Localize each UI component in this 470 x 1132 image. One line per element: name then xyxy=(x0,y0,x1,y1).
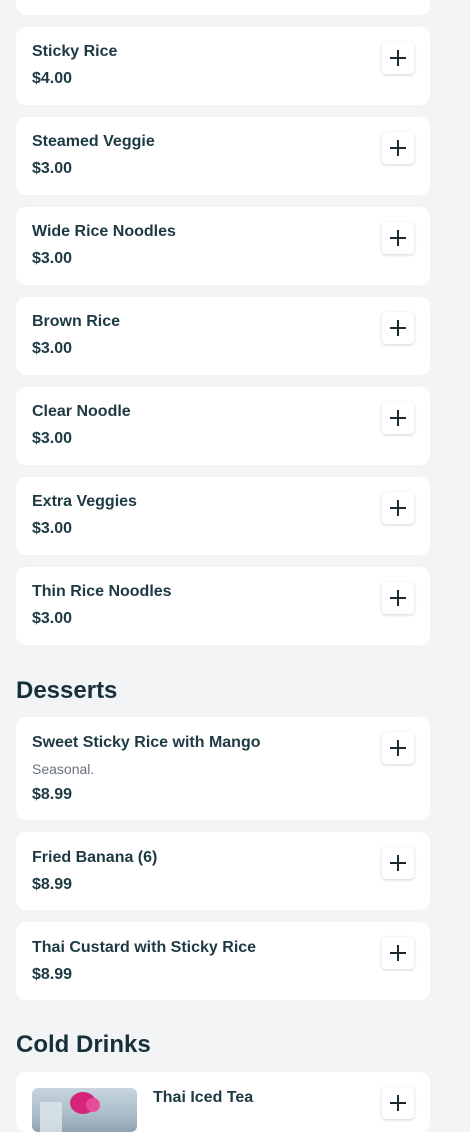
item-name: Brown Rice xyxy=(32,313,121,330)
item-price: $3.00 xyxy=(32,250,73,267)
item-name: Sticky Rice xyxy=(32,43,118,60)
plus-icon xyxy=(390,140,406,156)
add-item-button[interactable] xyxy=(382,937,414,969)
item-name: Wide Rice Noodles xyxy=(32,223,176,240)
item-price: $4.00 xyxy=(32,70,73,87)
add-item-button[interactable] xyxy=(382,222,414,254)
item-name: Thin Rice Noodles xyxy=(32,583,172,600)
menu-item-card[interactable]: Brown Rice $3.00 xyxy=(16,297,430,375)
plus-icon xyxy=(390,855,406,871)
menu-item-card[interactable]: Fried Banana (6) $8.99 xyxy=(16,832,430,910)
item-price: $3.00 xyxy=(32,160,73,177)
menu-item-card[interactable]: Sticky Rice $4.00 xyxy=(16,27,430,105)
menu-item-card[interactable]: Sweet Sticky Rice with Mango Seasonal. $… xyxy=(16,717,430,820)
item-name: Steamed Veggie xyxy=(32,133,155,150)
item-description: Seasonal. xyxy=(32,761,95,777)
section-title-cold-drinks: Cold Drinks xyxy=(16,1031,151,1058)
item-name: Extra Veggies xyxy=(32,493,137,510)
item-name: Fried Banana (6) xyxy=(32,849,158,866)
plus-icon xyxy=(390,230,406,246)
item-price: $3.00 xyxy=(32,610,73,627)
item-price: $3.00 xyxy=(32,520,73,537)
menu-item-card[interactable]: Thin Rice Noodles $3.00 xyxy=(16,567,430,645)
plus-icon xyxy=(390,590,406,606)
plus-icon xyxy=(390,500,406,516)
plus-icon xyxy=(390,320,406,336)
add-item-button[interactable] xyxy=(382,312,414,344)
item-name: Clear Noodle xyxy=(32,403,131,420)
menu-item-card[interactable]: Thai Iced Tea xyxy=(16,1072,430,1132)
item-name: Thai Custard with Sticky Rice xyxy=(32,939,257,956)
plus-icon xyxy=(390,1095,406,1111)
item-name: Thai Iced Tea xyxy=(153,1089,254,1106)
add-item-button[interactable] xyxy=(382,732,414,764)
section-title-desserts: Desserts xyxy=(16,677,118,704)
add-item-button[interactable] xyxy=(382,132,414,164)
menu-item-card[interactable] xyxy=(16,0,430,15)
item-price: $3.00 xyxy=(32,430,73,447)
plus-icon xyxy=(390,945,406,961)
item-price: $3.00 xyxy=(32,340,73,357)
add-item-button[interactable] xyxy=(382,1087,414,1119)
add-item-button[interactable] xyxy=(382,582,414,614)
menu-item-card[interactable]: Clear Noodle $3.00 xyxy=(16,387,430,465)
plus-icon xyxy=(390,50,406,66)
menu-item-card[interactable]: Thai Custard with Sticky Rice $8.99 xyxy=(16,922,430,1000)
add-item-button[interactable] xyxy=(382,847,414,879)
menu-item-card[interactable]: Extra Veggies $3.00 xyxy=(16,477,430,555)
drink-photo xyxy=(32,1088,137,1132)
menu-item-card[interactable]: Steamed Veggie $3.00 xyxy=(16,117,430,195)
plus-icon xyxy=(390,740,406,756)
item-name: Sweet Sticky Rice with Mango xyxy=(32,734,261,751)
item-price: $8.99 xyxy=(32,786,73,803)
menu-item-card[interactable]: Wide Rice Noodles $3.00 xyxy=(16,207,430,285)
item-price: $8.99 xyxy=(32,966,73,983)
item-price: $8.99 xyxy=(32,876,73,893)
plus-icon xyxy=(390,410,406,426)
add-item-button[interactable] xyxy=(382,42,414,74)
add-item-button[interactable] xyxy=(382,402,414,434)
add-item-button[interactable] xyxy=(382,492,414,524)
